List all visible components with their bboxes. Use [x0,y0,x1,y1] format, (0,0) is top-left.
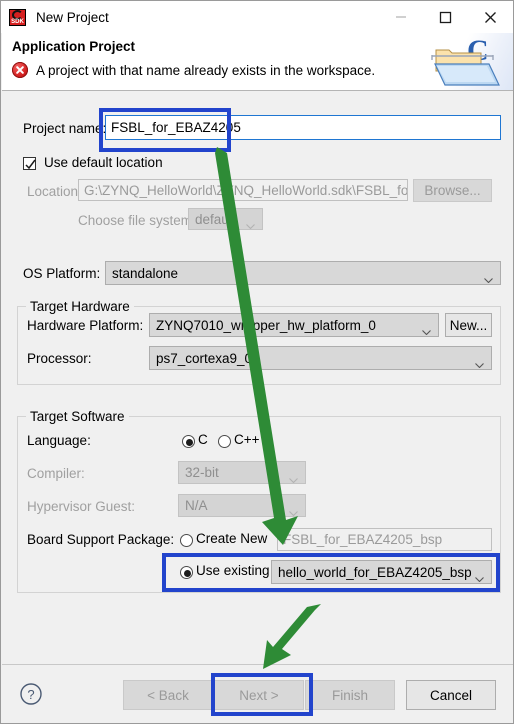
processor-label: Processor: [27,351,92,366]
chevron-down-icon [422,323,431,336]
dialog-footer: ? < Back Next > Finish Cancel [2,664,513,723]
bsp-create-new-input: FSBL_for_EBAZ4205_bsp [277,528,492,551]
banner: Application Project A project with that … [2,33,513,91]
compiler-value: 32-bit [185,465,219,480]
hardware-platform-label: Hardware Platform: [27,318,144,333]
bsp-use-existing-combo[interactable]: hello_world_for_EBAZ4205_bsp [271,560,492,584]
use-default-location-checkbox[interactable] [23,157,36,170]
language-label: Language: [27,433,91,448]
location-label: Location: [27,184,82,199]
back-button: < Back [123,680,213,710]
hypervisor-guest-combo: N/A [178,494,306,517]
bsp-use-existing-radio[interactable] [180,566,193,579]
os-platform-combo[interactable]: standalone [105,261,501,285]
close-button[interactable] [468,1,513,33]
new-project-dialog: SDK New Project Application Project A pr… [0,0,514,724]
compiler-combo: 32-bit [178,461,306,484]
dialog-body: Project name: FSBL_for_EBAZ4205 Use defa… [2,91,513,664]
choose-file-system-combo: default [188,208,263,230]
next-button: Next > [214,680,304,710]
bsp-label: Board Support Package: [27,532,175,547]
c-folder-icon: C [419,33,513,90]
svg-text:?: ? [27,687,34,702]
bsp-create-new-radio[interactable] [180,534,193,547]
language-radio-c-label: C [198,432,208,447]
os-platform-label: OS Platform: [23,266,101,281]
chevron-down-icon [484,271,493,284]
target-hardware-legend: Target Hardware [26,299,134,314]
chevron-down-icon [475,356,484,369]
title-bar: SDK New Project [1,1,513,33]
processor-combo[interactable]: ps7_cortexa9_0 [149,346,492,370]
chevron-down-icon [475,570,484,583]
chevron-down-icon [289,471,298,483]
chevron-down-icon [246,217,255,229]
hypervisor-guest-value: N/A [185,498,208,513]
cancel-button[interactable]: Cancel [406,680,496,710]
maximize-button[interactable] [423,1,468,33]
language-radio-cpp[interactable] [218,435,231,448]
window-title: New Project [36,9,109,25]
bsp-use-existing-value: hello_world_for_EBAZ4205_bsp [278,564,472,580]
finish-button: Finish [305,680,395,710]
error-circle-icon [12,62,28,78]
processor-value: ps7_cortexa9_0 [156,350,253,366]
hardware-platform-combo[interactable]: ZYNQ7010_wrapper_hw_platform_0 [149,313,439,337]
choose-file-system-label: Choose file system: [78,213,196,228]
new-hardware-platform-button[interactable]: New... [445,313,492,337]
project-name-label: Project name: [23,121,107,136]
os-platform-value: standalone [112,265,179,281]
language-radio-cpp-label: C++ [234,432,260,447]
compiler-label: Compiler: [27,466,85,481]
sdk-icon: SDK [9,8,26,26]
minimize-button[interactable] [378,1,423,33]
banner-message: A project with that name already exists … [36,62,376,78]
location-input: G:\ZYNQ_HelloWorld\ZYNQ_HelloWorld.sdk\F… [78,179,408,201]
browse-button: Browse... [413,179,492,202]
hardware-platform-value: ZYNQ7010_wrapper_hw_platform_0 [156,317,376,333]
help-question-icon[interactable]: ? [19,682,43,706]
window-controls [378,1,513,33]
choose-file-system-value: default [195,211,236,227]
hypervisor-guest-label: Hypervisor Guest: [27,499,136,514]
language-radio-c[interactable] [182,435,195,448]
use-default-location-label: Use default location [44,155,163,170]
chevron-down-icon [289,504,298,516]
banner-message-row: A project with that name already exists … [12,62,375,78]
bsp-use-existing-label: Use existing [196,563,270,578]
banner-title: Application Project [12,39,136,54]
target-software-legend: Target Software [26,409,129,424]
project-name-input[interactable]: FSBL_for_EBAZ4205 [105,115,501,140]
bsp-create-new-label: Create New [196,531,268,546]
